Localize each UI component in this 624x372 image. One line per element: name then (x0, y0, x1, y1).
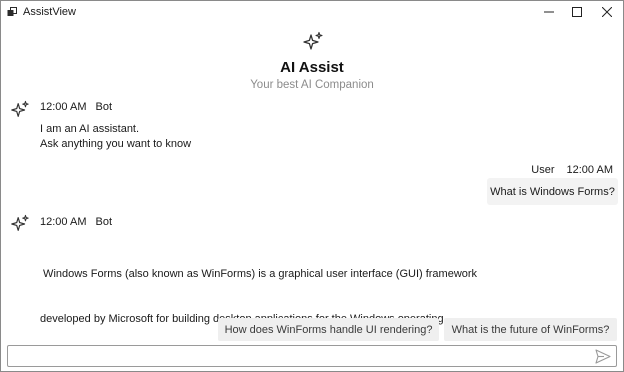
title-bar: AssistView (1, 1, 623, 23)
message-line: Windows Forms (also known as WinForms) i… (40, 268, 478, 280)
suggestion-button[interactable]: What is the future of WinForms? (444, 318, 617, 341)
close-button[interactable] (591, 1, 623, 23)
user-message-meta: User 12:00 AM (531, 164, 613, 176)
app-icon (7, 7, 17, 16)
message-meta: 12:00 AM Bot (40, 101, 112, 113)
message-time: 12:00 AM (566, 164, 613, 176)
message-time: 12:00 AM (40, 216, 87, 228)
user-message-bubble: What is Windows Forms? (487, 178, 618, 205)
bot-avatar-icon (11, 100, 29, 117)
header-subtitle: Your best AI Companion (250, 79, 374, 91)
message-time: 12:00 AM (40, 101, 87, 113)
send-icon[interactable] (595, 349, 611, 364)
window-title: AssistView (23, 6, 76, 18)
message-sender: User (531, 164, 555, 176)
message-line: Ask anything you want to know (40, 138, 192, 150)
app-window: AssistView AI Assist Your best AI Compan… (0, 0, 624, 372)
suggestion-button[interactable]: How does WinForms handle UI rendering? (218, 318, 439, 341)
message-meta: 12:00 AM Bot (40, 216, 112, 228)
message-line: What is Windows Forms? (490, 185, 615, 198)
maximize-icon (572, 7, 582, 17)
bot-message-text: I am an AI assistant. Ask anything you w… (40, 122, 191, 152)
prompt-input[interactable] (12, 347, 591, 367)
maximize-button[interactable] (561, 1, 593, 23)
bot-avatar-icon (11, 214, 29, 231)
close-icon (602, 7, 612, 17)
minimize-icon (544, 11, 554, 13)
message-sender: Bot (95, 216, 112, 228)
message-sender: Bot (95, 101, 112, 113)
sparkle-icon (303, 31, 323, 50)
header-title: AI Assist (280, 59, 344, 76)
message-line: I am an AI assistant. (40, 123, 140, 135)
prompt-input-box (7, 345, 617, 367)
